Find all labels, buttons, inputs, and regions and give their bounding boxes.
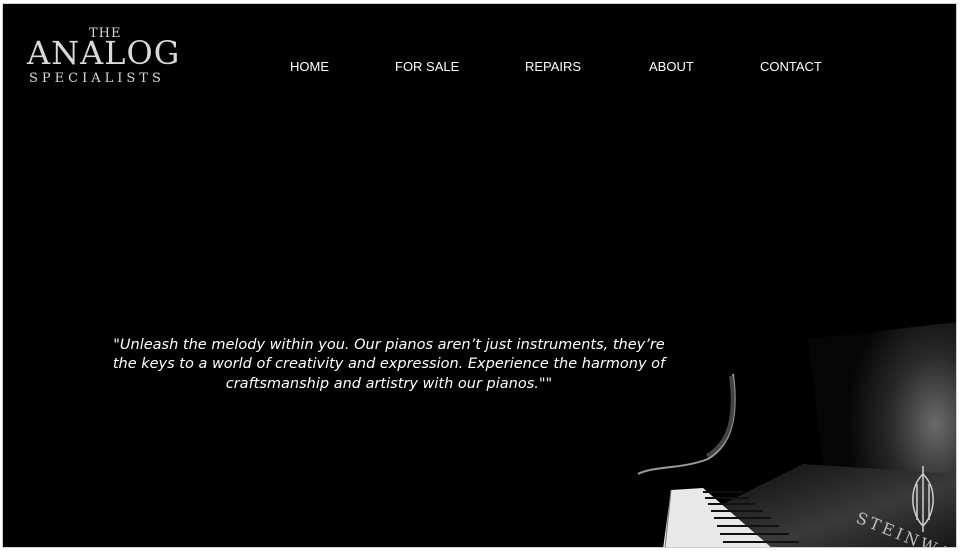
hero-section: STEINWAY THE ANALOG SPECIALISTS HOME FOR… — [2, 3, 957, 548]
nav-home[interactable]: HOME — [290, 59, 329, 74]
nav-about[interactable]: ABOUT — [649, 59, 694, 74]
nav-contact[interactable]: CONTACT — [760, 59, 822, 74]
nav-for-sale[interactable]: FOR SALE — [395, 59, 459, 74]
nav-repairs[interactable]: REPAIRS — [525, 59, 581, 74]
main-nav: HOME FOR SALE REPAIRS ABOUT CONTACT — [3, 59, 956, 79]
hero-quote: "Unleash the melody within you. Our pian… — [112, 336, 666, 392]
